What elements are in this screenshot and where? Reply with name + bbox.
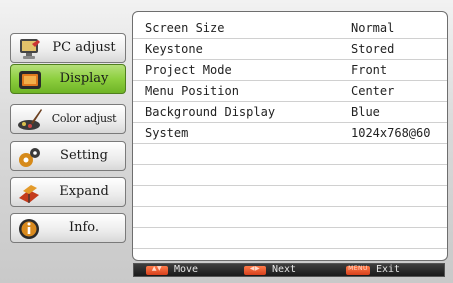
menu-label-pc-adjust: PC adjust	[52, 40, 116, 55]
empty-row	[133, 228, 447, 249]
setting-row-screen-size[interactable]: Screen Size Normal	[133, 18, 447, 39]
menu-label-display: Display	[59, 71, 109, 86]
menu-item-pc-adjust[interactable]: PC adjust	[10, 33, 126, 63]
info-icon	[19, 219, 39, 239]
menu-item-info[interactable]: Info.	[10, 213, 126, 243]
setting-name: Project Mode	[145, 63, 232, 77]
setting-name: Keystone	[145, 42, 203, 56]
menu-item-display[interactable]: Display	[10, 64, 126, 94]
navigation-hint-bar: ▲▼ Move ◀▶ Next MENU Exit	[133, 263, 445, 277]
setting-row-keystone[interactable]: Keystone Stored	[133, 39, 447, 60]
empty-row	[133, 144, 447, 165]
next-key-icon: ◀▶	[244, 265, 266, 275]
projector-osd-menu: PC adjust Display Color adjust Setting E…	[0, 0, 453, 283]
empty-row	[133, 186, 447, 207]
setting-value: Stored	[351, 42, 395, 56]
exit-hint-label: Exit	[376, 264, 401, 275]
setting-value: Center	[351, 84, 395, 98]
expand-icon	[19, 185, 39, 203]
setting-value: Front	[351, 63, 388, 77]
menu-item-expand[interactable]: Expand	[10, 177, 126, 207]
display-icon	[19, 71, 41, 89]
setting-name: Menu Position	[145, 84, 239, 98]
menu-item-color-adjust[interactable]: Color adjust	[10, 104, 126, 134]
setting-value: Blue	[351, 105, 380, 119]
menu-key-icon: MENU	[346, 265, 370, 275]
menu-label-setting: Setting	[60, 148, 108, 163]
next-hint-label: Next	[272, 264, 297, 275]
menu-label-info: Info.	[68, 220, 100, 235]
setting-row-project-mode[interactable]: Project Mode Front	[133, 60, 447, 81]
setting-row-background-display[interactable]: Background Display Blue	[133, 102, 447, 123]
setting-value: Normal	[351, 21, 395, 35]
menu-label-color-adjust: Color adjust	[51, 112, 117, 125]
setting-name: Background Display	[145, 105, 276, 119]
move-hint-label: Move	[174, 264, 199, 275]
display-settings-panel: Screen Size Normal Keystone Stored Proje…	[132, 11, 448, 261]
move-key-icon: ▲▼	[146, 265, 168, 275]
setting-icon	[19, 148, 40, 167]
pc-adjust-icon	[20, 39, 40, 59]
menu-label-expand: Expand	[59, 184, 109, 199]
empty-row	[133, 165, 447, 186]
setting-row-menu-position[interactable]: Menu Position Center	[133, 81, 447, 102]
menu-item-setting[interactable]: Setting	[10, 141, 126, 171]
setting-value: 1024x768@60	[351, 126, 431, 140]
setting-row-system[interactable]: System 1024x768@60	[133, 123, 447, 144]
color-adjust-icon	[18, 109, 42, 130]
setting-name: Screen Size	[145, 21, 225, 35]
setting-name: System	[145, 126, 189, 140]
empty-row	[133, 207, 447, 228]
